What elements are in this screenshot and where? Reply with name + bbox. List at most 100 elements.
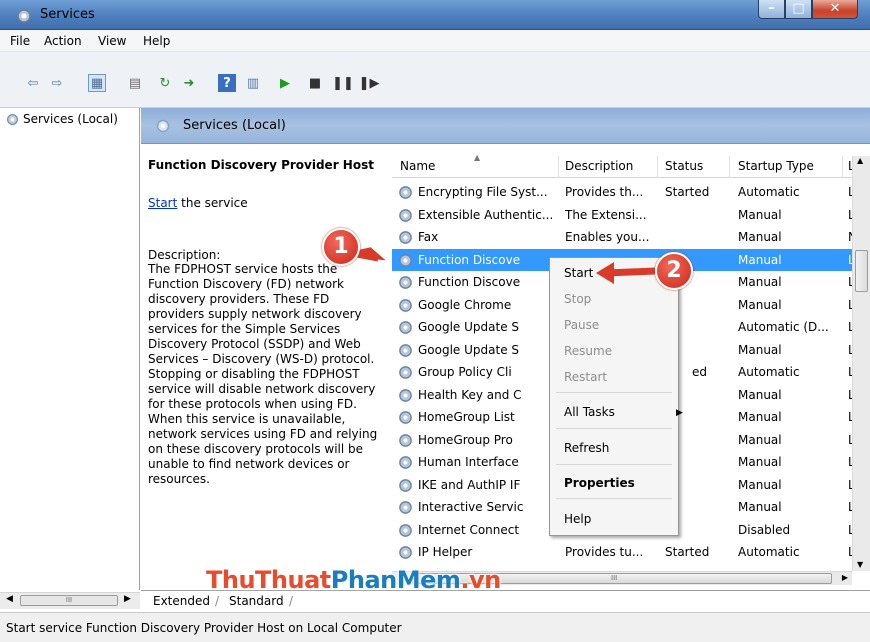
description-line: discovery providers. These FD [148,292,330,306]
scroll-right-arrow-icon[interactable]: ▶ [842,573,848,582]
menu-item-pause[interactable]: Pause [564,318,599,332]
scroll-up-arrow-icon[interactable]: ▲ [857,156,863,165]
action-pane-icon[interactable]: ▥ [244,74,262,92]
toolbar: ⇦ ⇨ ▦ ▤ ↻ ➜ ? ▥ ▶ ■ ❚❚ ❚▶ [0,52,870,108]
stop-icon[interactable]: ■ [306,74,324,92]
menu-help[interactable]: Help [143,34,170,48]
cell-name: Fax [418,230,439,244]
cell-name: Encrypting File Syst... [418,185,548,199]
cell-startup-type: Automatic [738,545,800,559]
description-line: network services using FD and relying [148,427,378,441]
service-gear-icon [399,276,412,289]
pane-header: Services (Local) [141,108,870,144]
tree-horizontal-scrollbar[interactable]: ◀ III ▶ [0,592,140,609]
column-header-description[interactable]: Description [565,159,633,173]
menu-item-help[interactable]: Help [564,512,591,526]
column-header-name[interactable]: Name [400,159,435,173]
tree-node-services-local[interactable]: Services (Local) [6,112,118,126]
cell-name: Extensible Authentic... [418,207,554,222]
column-divider[interactable] [842,156,843,178]
cell-description: Provides th... [565,185,644,199]
service-gear-icon [399,231,412,244]
watermark-part: ThuThuat [206,566,331,594]
resume-icon[interactable]: ❚▶ [359,74,380,92]
column-divider[interactable] [657,156,658,178]
selected-service-title: Function Discovery Provider Host [148,158,374,172]
minimize-button[interactable]: – [758,0,785,19]
description-text: The FDPHOST service hosts the Function D… [148,262,384,487]
start-service-suffix: the service [177,196,248,210]
menu-item-properties[interactable]: Properties [564,476,635,490]
tree-scroll-thumb[interactable]: III [20,595,118,606]
cell-startup-type: Manual [738,387,782,402]
column-divider[interactable] [729,156,730,178]
table-row[interactable]: FaxEnables you...ManualN [392,226,857,249]
menu-item-stop[interactable]: Stop [564,292,591,306]
close-button[interactable]: ✕ [812,0,858,19]
table-row[interactable]: Encrypting File Syst... Provides th... Sta… [392,181,855,204]
cell-startup-type: Automatic [738,185,800,199]
cell-startup-type: Manual [738,252,782,267]
refresh-icon[interactable]: ↻ [156,74,174,92]
start-service-link[interactable]: Start [148,196,177,210]
status-bar: Start service Function Discovery Provide… [0,612,870,642]
back-arrow-icon[interactable]: ⇦ [24,74,42,92]
tab-extended[interactable]: Extended [153,594,210,608]
service-gear-icon [399,298,412,312]
play-icon[interactable]: ▶ [276,74,294,92]
window-controls: – □ ✕ [758,0,858,20]
cell-startup-type: Disabled [738,522,791,537]
menu-separator [556,498,672,499]
scroll-down-arrow-icon[interactable]: ▼ [857,560,863,569]
help-icon[interactable]: ? [218,74,236,92]
properties-sheet-icon[interactable]: ▤ [126,74,144,92]
menu-item-all-tasks[interactable]: All Tasks [564,405,615,419]
menu-item-start[interactable]: Start [564,266,593,280]
list-vertical-scrollbar[interactable]: ▲ ▼ [852,156,870,571]
service-gear-icon [399,411,412,424]
cell-name: Interactive Servic [418,500,524,514]
pause-icon[interactable]: ❚❚ [332,74,354,92]
menu-view[interactable]: View [98,34,126,48]
forward-arrow-icon[interactable]: ⇨ [48,74,66,92]
services-gear-icon [17,9,31,23]
table-row[interactable]: IP HelperProvides tu...StartedAutomaticL [392,541,855,564]
menu-action[interactable]: Action [44,34,82,48]
vertical-scroll-thumb[interactable] [855,250,868,292]
menu-item-restart[interactable]: Restart [564,370,607,384]
maximize-icon: □ [792,1,805,16]
pane-header-title: Services (Local) [183,118,286,133]
description-line: providers supply network discovery [148,307,362,321]
tab-standard[interactable]: Standard [229,594,284,608]
status-text: Start service Function Discovery Provide… [6,621,402,635]
maximize-button[interactable]: □ [785,0,812,19]
scroll-right-arrow-icon[interactable]: ▶ [124,594,131,604]
cell-name: Function Discove [418,275,521,289]
watermark-logo: ThuThuatPhanMem.vn [206,566,501,594]
start-service-line: Start the service [148,196,388,210]
menu-item-refresh[interactable]: Refresh [564,441,609,455]
step-badge-2: 2 [655,252,693,290]
cell-status: ed [692,365,707,379]
description-line: for these protocols when using FD. [148,397,357,411]
console-tree-icon[interactable]: ▦ [88,74,106,92]
cell-startup-type: Manual [738,275,782,289]
description-line: Function Discovery (FD) network [148,277,345,291]
table-row[interactable]: Extensible Authentic... The Extensi... Man… [392,204,855,227]
column-header-startup-type[interactable]: Startup Type [738,159,814,173]
menu-separator [556,428,672,429]
menu-separator [556,392,672,393]
cell-startup-type: Manual [738,500,782,514]
menu-separator [556,464,672,465]
description-line: resources. [148,472,210,486]
menu-item-resume[interactable]: Resume [564,344,612,358]
menu-file[interactable]: File [10,34,30,48]
export-list-icon[interactable]: ➜ [180,74,198,92]
scroll-left-arrow-icon[interactable]: ◀ [6,594,13,604]
column-header-status[interactable]: Status [665,159,703,173]
cell-name: HomeGroup Pro [418,432,513,447]
description-line: service will disable network discovery [148,382,376,396]
description-line: Stopping or disabling the FDPHOST [148,367,360,381]
column-divider[interactable] [558,156,559,178]
description-line: Discovery Protocol (SSDP) and Web [148,337,361,351]
